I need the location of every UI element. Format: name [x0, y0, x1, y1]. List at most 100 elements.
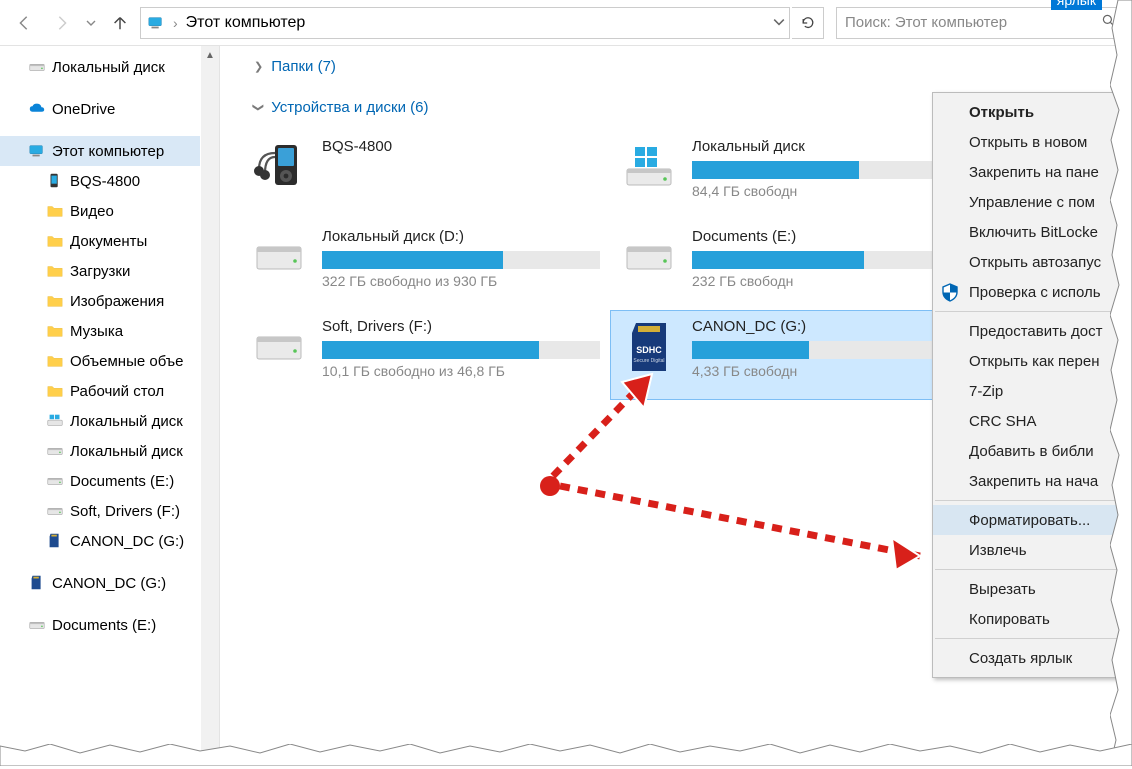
drive-item[interactable]: BQS-4800: [240, 130, 610, 220]
context-item[interactable]: Создать ярлык: [933, 643, 1131, 673]
tree-item[interactable]: Documents (E:): [0, 610, 200, 640]
tree-item[interactable]: BQS-4800: [0, 166, 200, 196]
folders-group-header[interactable]: ❯ Папки (7): [240, 58, 1112, 75]
tree-item[interactable]: Документы: [0, 226, 200, 256]
context-item-label: Добавить в библи: [969, 443, 1094, 460]
context-item[interactable]: Предоставить дост: [933, 316, 1131, 346]
tree-item-label: Загрузки: [70, 263, 130, 280]
drive-icon: [250, 228, 308, 286]
context-item[interactable]: 7-Zip: [933, 376, 1131, 406]
tree-item-label: Изображения: [70, 293, 164, 310]
drive-free-text: 232 ГБ свободн: [692, 273, 970, 289]
context-item[interactable]: Вырезать: [933, 574, 1131, 604]
context-item-label: Закрепить на нача: [969, 473, 1098, 490]
tree-item[interactable]: Видео: [0, 196, 200, 226]
context-item[interactable]: Управление с пом: [933, 187, 1131, 217]
drive-icon: [46, 502, 64, 520]
tree-item-label: Soft, Drivers (F:): [70, 503, 180, 520]
breadcrumb-sep-icon: ›: [173, 15, 178, 31]
context-item[interactable]: Открыть как перен: [933, 346, 1131, 376]
folder-3d-icon: [46, 352, 64, 370]
drive-name: Soft, Drivers (F:): [322, 318, 600, 335]
folder-music-icon: [46, 322, 64, 340]
drive-free-text: 4,33 ГБ свободн: [692, 363, 970, 379]
context-item[interactable]: Включить BitLocke: [933, 217, 1131, 247]
drive-item[interactable]: Soft, Drivers (F:) 10,1 ГБ свободно из 46…: [240, 310, 610, 400]
drive-icon: [46, 472, 64, 490]
context-item[interactable]: Закрепить на пане: [933, 157, 1131, 187]
context-item-label: Форматировать...: [969, 512, 1090, 529]
drive-item[interactable]: Локальный диск (D:)322 ГБ свободно из 93…: [240, 220, 610, 310]
context-item[interactable]: CRC SHA: [933, 406, 1131, 436]
drive-item[interactable]: Documents (E:) 232 ГБ свободн: [610, 220, 980, 310]
context-item[interactable]: Копировать: [933, 604, 1131, 634]
tree-item[interactable]: Объемные объе: [0, 346, 200, 376]
tree-item[interactable]: Локальный диск: [0, 436, 200, 466]
tree-item[interactable]: Изображения: [0, 286, 200, 316]
drive-item[interactable]: Локальный диск 84,4 ГБ свободн: [610, 130, 980, 220]
context-item[interactable]: Проверка с исполь: [933, 277, 1131, 307]
forward-button[interactable]: [44, 7, 80, 39]
pc-icon: [147, 14, 165, 32]
search-input[interactable]: Поиск: Этот компьютер: [836, 7, 1126, 39]
drive-name: Documents (E:): [692, 228, 970, 245]
tree-item[interactable]: Музыка: [0, 316, 200, 346]
context-item[interactable]: Форматировать...: [933, 505, 1131, 535]
context-item-label: CRC SHA: [969, 413, 1037, 430]
scroll-up-icon[interactable]: ▲: [201, 46, 219, 64]
tree-scrollbar[interactable]: ▲: [201, 46, 219, 766]
tree-item-label: Документы: [70, 233, 147, 250]
context-item[interactable]: Закрепить на нача: [933, 466, 1131, 496]
tree-item[interactable]: Локальный диск: [0, 406, 200, 436]
drive-item[interactable]: SDHCSecure Digital CANON_DC (G:) 4,33 ГБ с…: [610, 310, 980, 400]
navigation-tree: Локальный диск OneDrive Этот компьютерBQS-…: [0, 46, 220, 766]
tree-item[interactable]: Этот компьютер: [0, 136, 200, 166]
tree-item-label: Музыка: [70, 323, 123, 340]
up-button[interactable]: [102, 7, 138, 39]
address-bar[interactable]: › Этот компьютер: [140, 7, 790, 39]
drive-name: Локальный диск: [692, 138, 970, 155]
drive-name: CANON_DC (G:): [692, 318, 970, 335]
drive-name: Локальный диск (D:): [322, 228, 600, 245]
recent-dropdown[interactable]: [82, 7, 100, 39]
drive-usage-bar: [692, 341, 970, 359]
context-menu: Открыть Открыть в новом Закрепить на пане…: [932, 92, 1132, 678]
sd-icon: SDHCSecure Digital: [620, 318, 678, 376]
tree-item-label: Documents (E:): [70, 473, 174, 490]
drive-free-text: 84,4 ГБ свободн: [692, 183, 970, 199]
folder-desk-icon: [46, 382, 64, 400]
refresh-button[interactable]: [792, 7, 824, 39]
folder-img-icon: [46, 292, 64, 310]
onedrive-icon: [28, 100, 46, 118]
context-item[interactable]: Открыть: [933, 97, 1131, 127]
breadcrumb-text[interactable]: Этот компьютер: [186, 14, 306, 32]
drive-icon: [250, 318, 308, 376]
context-item[interactable]: Открыть в новом: [933, 127, 1131, 157]
tree-item[interactable]: Локальный диск: [0, 52, 200, 82]
context-item-label: Извлечь: [969, 542, 1027, 559]
context-item-label: Открыть в новом: [969, 134, 1087, 151]
tree-item[interactable]: CANON_DC (G:): [0, 526, 200, 556]
tree-item-label: Локальный диск: [52, 59, 165, 76]
pc-icon: [28, 142, 46, 160]
back-button[interactable]: [6, 7, 42, 39]
tree-item[interactable]: Soft, Drivers (F:): [0, 496, 200, 526]
drive-icon: [46, 442, 64, 460]
tree-item[interactable]: OneDrive: [0, 94, 200, 124]
tree-item[interactable]: Рабочий стол: [0, 376, 200, 406]
tree-item[interactable]: Documents (E:): [0, 466, 200, 496]
drive-free-text: 10,1 ГБ свободно из 46,8 ГБ: [322, 363, 600, 379]
tree-item[interactable]: Загрузки: [0, 256, 200, 286]
tree-item[interactable]: CANON_DC (G:): [0, 568, 200, 598]
context-item-label: Закрепить на пане: [969, 164, 1099, 181]
context-item-label: Открыть как перен: [969, 353, 1099, 370]
context-item[interactable]: Добавить в библи: [933, 436, 1131, 466]
context-item[interactable]: Открыть автозапус: [933, 247, 1131, 277]
address-dropdown-icon[interactable]: [773, 15, 785, 31]
context-item[interactable]: Извлечь: [933, 535, 1131, 565]
tree-item-label: Локальный диск: [70, 443, 183, 460]
context-item-label: Предоставить дост: [969, 323, 1102, 340]
tree-item-label: Объемные объе: [70, 353, 184, 370]
drive-icon: [28, 616, 46, 634]
context-item-label: Проверка с исполь: [969, 284, 1101, 301]
